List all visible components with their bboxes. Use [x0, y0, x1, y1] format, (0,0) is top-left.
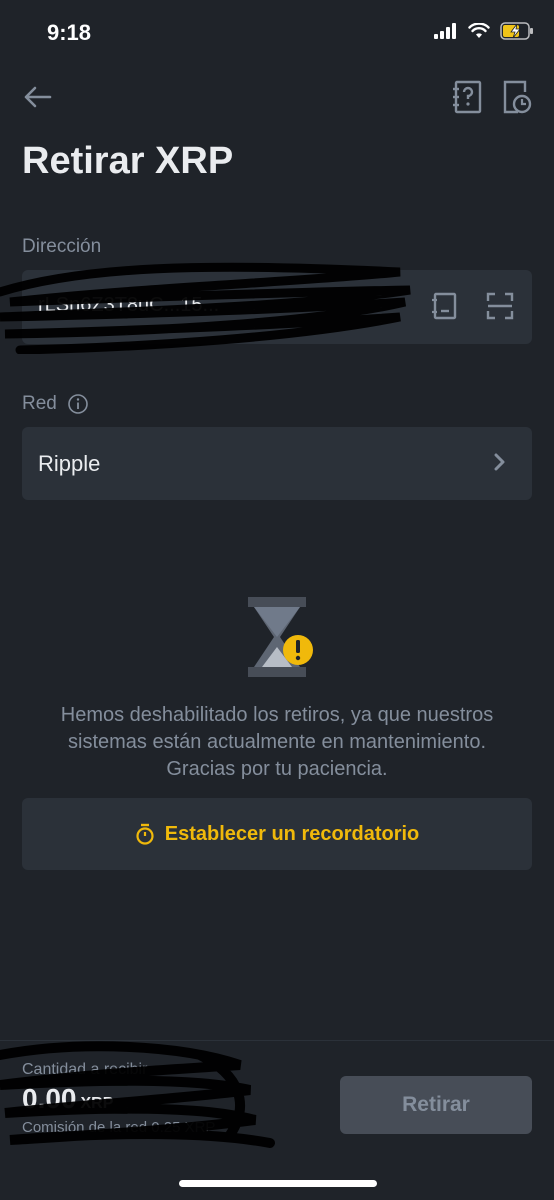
status-icons	[434, 22, 534, 40]
help-book-icon[interactable]	[452, 80, 484, 114]
signal-icon	[434, 23, 456, 39]
address-actions	[432, 292, 514, 320]
maintenance-notice: Hemos deshabilitado los retiros, ya que …	[60, 704, 494, 780]
receive-summary: Cantidad a recibir 0.00 XRP Comisión de l…	[0, 1041, 292, 1148]
top-nav	[0, 78, 554, 118]
hourglass-warning-icon	[248, 597, 313, 677]
wifi-icon	[468, 23, 490, 38]
redaction-scribble	[0, 262, 411, 354]
withdraw-button[interactable]: Retirar	[340, 1076, 532, 1134]
timer-icon	[136, 823, 154, 845]
network-label-row: Red	[22, 393, 89, 415]
network-selector[interactable]: Ripple	[22, 427, 532, 500]
history-icon[interactable]	[502, 80, 532, 114]
page-title: Retirar XRP	[22, 140, 234, 182]
scan-icon[interactable]	[486, 292, 514, 320]
info-icon[interactable]	[67, 393, 89, 415]
nav-actions	[452, 80, 532, 114]
status-bar: 9:18	[0, 0, 554, 70]
network-label: Red	[22, 393, 57, 414]
address-book-icon[interactable]	[432, 292, 458, 320]
address-label: Dirección	[22, 236, 102, 257]
set-reminder-button[interactable]: Establecer un recordatorio	[22, 798, 532, 870]
redaction-scribble-footer	[0, 1041, 275, 1148]
set-reminder-label: Establecer un recordatorio	[164, 822, 420, 845]
battery-charging-icon	[500, 22, 533, 40]
status-time: 9:18	[47, 20, 92, 45]
back-button[interactable]	[22, 78, 56, 116]
chevron-right-icon	[494, 453, 505, 471]
arrow-left-icon	[24, 86, 52, 108]
network-value: Ripple	[38, 451, 101, 476]
address-input[interactable]: rLSn6Z3T8uC...15...	[0, 262, 532, 354]
home-indicator[interactable]	[179, 1180, 377, 1187]
